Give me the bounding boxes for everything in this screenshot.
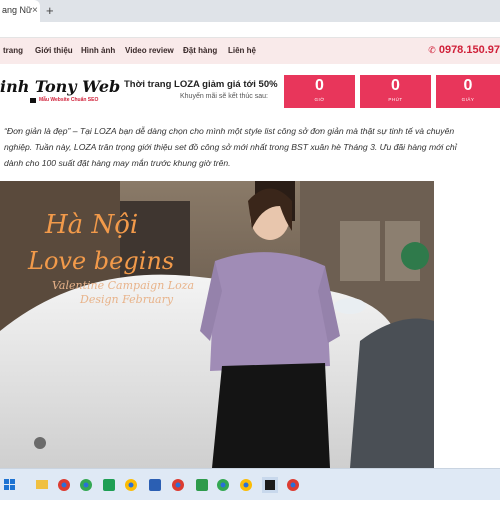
chrome-icon[interactable] bbox=[80, 479, 92, 491]
phone-icon: ✆ bbox=[428, 45, 436, 55]
os-taskbar bbox=[0, 468, 500, 500]
site-logo[interactable]: inh Tony Web bbox=[0, 77, 120, 96]
new-tab-icon[interactable]: + bbox=[46, 3, 54, 18]
countdown-seconds: 0 GIÂY bbox=[436, 75, 500, 108]
logo-tagline: Mẫu Website Chuẩn SEO bbox=[39, 97, 99, 103]
countdown-value: 0 bbox=[315, 77, 324, 94]
windows-start-icon[interactable] bbox=[4, 479, 15, 490]
chrome-icon[interactable] bbox=[217, 479, 229, 491]
countdown-minutes: 0 PHÚT bbox=[360, 75, 431, 108]
countdown-value: 0 bbox=[463, 77, 473, 94]
chrome-icon[interactable] bbox=[172, 479, 184, 491]
app-icon[interactable] bbox=[149, 479, 161, 491]
hero-line-2: Love begins bbox=[27, 247, 174, 275]
hero-line-4: Design February bbox=[79, 293, 174, 306]
countdown-value: 0 bbox=[391, 77, 400, 94]
countdown-label: GIÂY bbox=[461, 97, 475, 102]
hotline[interactable]: ✆ 0978.150.97 bbox=[428, 44, 500, 56]
browser-tab[interactable]: ang Nữ × bbox=[0, 0, 40, 22]
countdown-hours: 0 GIỜ bbox=[284, 75, 355, 108]
chrome-icon[interactable] bbox=[125, 479, 137, 491]
taskbar-icons bbox=[4, 477, 299, 493]
site-header: inh Tony Web Mẫu Website Chuẩn SEO Thời … bbox=[0, 64, 500, 114]
promo-title: Thời trang LOZA giảm giá tới 50% bbox=[124, 79, 278, 90]
intro-paragraph: “Đơn giản là đẹp” – Tại LOZA bạn dễ dàng… bbox=[4, 126, 457, 168]
file-explorer-icon[interactable] bbox=[36, 480, 48, 489]
site-nav: trang Giới thiệu Hình ảnh Video review Đ… bbox=[0, 38, 500, 64]
nav-item-gallery[interactable]: Hình ảnh bbox=[81, 46, 115, 55]
promo-subtitle: Khuyến mãi sẽ kết thúc sau: bbox=[180, 93, 268, 100]
nav-item-about[interactable]: Giới thiệu bbox=[35, 46, 73, 55]
hero-line-3: Valentine Campaign Loza bbox=[52, 279, 194, 292]
browser-tab-strip: ang Nữ × + bbox=[0, 0, 500, 22]
nav-item-order[interactable]: Đặt hàng bbox=[183, 46, 217, 55]
countdown-label: GIỜ bbox=[314, 97, 325, 102]
browser-tab-title: ang Nữ bbox=[2, 5, 33, 15]
app-icon[interactable] bbox=[196, 479, 208, 491]
hotline-number: 0978.150.97 bbox=[438, 44, 500, 56]
chrome-icon[interactable] bbox=[287, 479, 299, 491]
nav-item-contact[interactable]: Liên hệ bbox=[228, 46, 256, 55]
hero-campaign-image: Hà Nội Love begins Valentine Campaign Lo… bbox=[0, 181, 434, 468]
app-icon[interactable] bbox=[103, 479, 115, 491]
hero-line-1: Hà Nội bbox=[44, 210, 138, 240]
hero-photo: Hà Nội Love begins Valentine Campaign Lo… bbox=[0, 181, 434, 468]
browser-toolbar bbox=[0, 22, 500, 38]
close-icon[interactable]: × bbox=[32, 5, 38, 16]
chrome-icon[interactable] bbox=[240, 479, 252, 491]
chrome-icon[interactable] bbox=[58, 479, 70, 491]
nav-item-home[interactable]: trang bbox=[3, 46, 23, 55]
nav-item-video-review[interactable]: Video review bbox=[125, 46, 174, 55]
active-app-icon[interactable] bbox=[262, 477, 278, 493]
logo-badge-icon bbox=[30, 98, 36, 103]
countdown-label: PHÚT bbox=[388, 97, 403, 102]
